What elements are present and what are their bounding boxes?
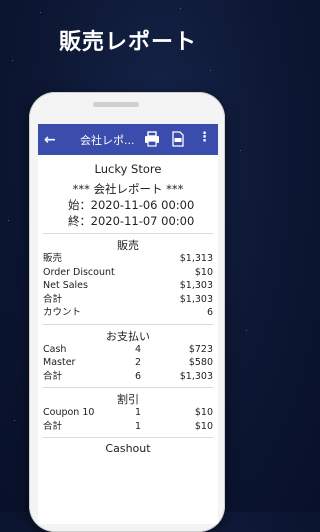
end-label: 終：: [68, 214, 91, 228]
row-count: 4: [134, 343, 142, 355]
row-value: $1,303: [179, 280, 213, 291]
row-label: 合計: [43, 293, 63, 305]
row-value: $1,313: [179, 253, 213, 264]
star: [240, 150, 241, 151]
row-amount: $10: [194, 420, 213, 432]
table-row: 合計 $1,303: [43, 293, 213, 307]
row-count: 2: [134, 357, 142, 368]
row-amount: $1,303: [179, 370, 213, 382]
app-bar: ← 会社レポ... ⋮: [38, 124, 218, 155]
row-count: 1: [134, 420, 142, 432]
promo-headline: 販売レポート: [58, 30, 197, 55]
table-row: Cash 4 $723: [43, 343, 213, 357]
start-value: 2020-11-06 00:00: [90, 198, 195, 212]
end-value: 2020-11-07 00:00: [90, 214, 195, 228]
report-title: *** 会社レポート ***: [72, 182, 184, 196]
start-label: 始：: [68, 198, 91, 212]
back-arrow-icon[interactable]: ←: [44, 132, 66, 148]
payments-title: お支払い: [106, 329, 150, 343]
payments-section: お支払い Cash 4 $723 Master 2 $580 合計 6 $1,3…: [43, 323, 213, 384]
sales-title: 販売: [117, 239, 139, 252]
star: [246, 330, 247, 331]
star: [210, 70, 211, 71]
end-date-row: 終： 2020-11-07 00:00: [43, 213, 213, 229]
table-row: 合計 6 $1,303: [43, 370, 213, 384]
row-value: $1,303: [179, 293, 213, 305]
row-label: 合計: [43, 420, 63, 432]
print-icon[interactable]: [144, 131, 160, 147]
star: [12, 60, 13, 61]
star: [180, 8, 181, 9]
table-row: Coupon 10 1 $10: [43, 406, 213, 420]
row-value: $10: [194, 266, 213, 278]
table-row: Order Discount $10: [43, 266, 213, 280]
cashout-title: Cashout: [43, 437, 213, 455]
star: [40, 12, 41, 13]
app-screen: ← 会社レポ... ⋮ Lucky Store *** 会社レポート *** 始…: [38, 124, 218, 524]
sales-section: 販売 販売 $1,313 Order Discount $10 Net Sale…: [43, 233, 213, 320]
phone-speaker: [93, 102, 139, 107]
discounts-section: 割引 Coupon 10 1 $10 合計 1 $10: [43, 387, 213, 433]
row-amount: $580: [188, 357, 213, 368]
report-receipt: Lucky Store *** 会社レポート *** 始： 2020-11-06…: [38, 162, 218, 455]
star: [14, 420, 15, 421]
row-label: 合計: [43, 370, 63, 382]
csv-icon[interactable]: [170, 131, 186, 147]
star: [8, 220, 9, 221]
table-row: カウント 6: [43, 306, 213, 320]
row-label: カウント: [43, 307, 82, 318]
row-label: Coupon 10: [43, 407, 95, 418]
more-vert-icon[interactable]: ⋮: [198, 130, 211, 146]
row-count: 6: [134, 370, 142, 382]
row-label: Cash: [43, 343, 67, 355]
table-row: 販売 $1,313: [43, 252, 213, 266]
row-amount: $723: [188, 343, 213, 355]
row-label: Master: [43, 357, 76, 368]
row-label: 販売: [43, 253, 63, 264]
app-bar-title: 会社レポ...: [80, 133, 135, 147]
table-row: Net Sales $1,303: [43, 279, 213, 293]
table-row: 合計 1 $10: [43, 420, 213, 434]
store-name: Lucky Store: [94, 162, 162, 176]
table-row: Master 2 $580: [43, 356, 213, 370]
row-amount: $10: [194, 407, 213, 418]
discounts-title: 割引: [117, 393, 139, 406]
row-label: Order Discount: [43, 266, 115, 278]
start-date-row: 始： 2020-11-06 00:00: [43, 197, 213, 213]
row-count: 1: [134, 407, 142, 418]
row-label: Net Sales: [43, 280, 88, 291]
row-value: 6: [206, 307, 213, 318]
